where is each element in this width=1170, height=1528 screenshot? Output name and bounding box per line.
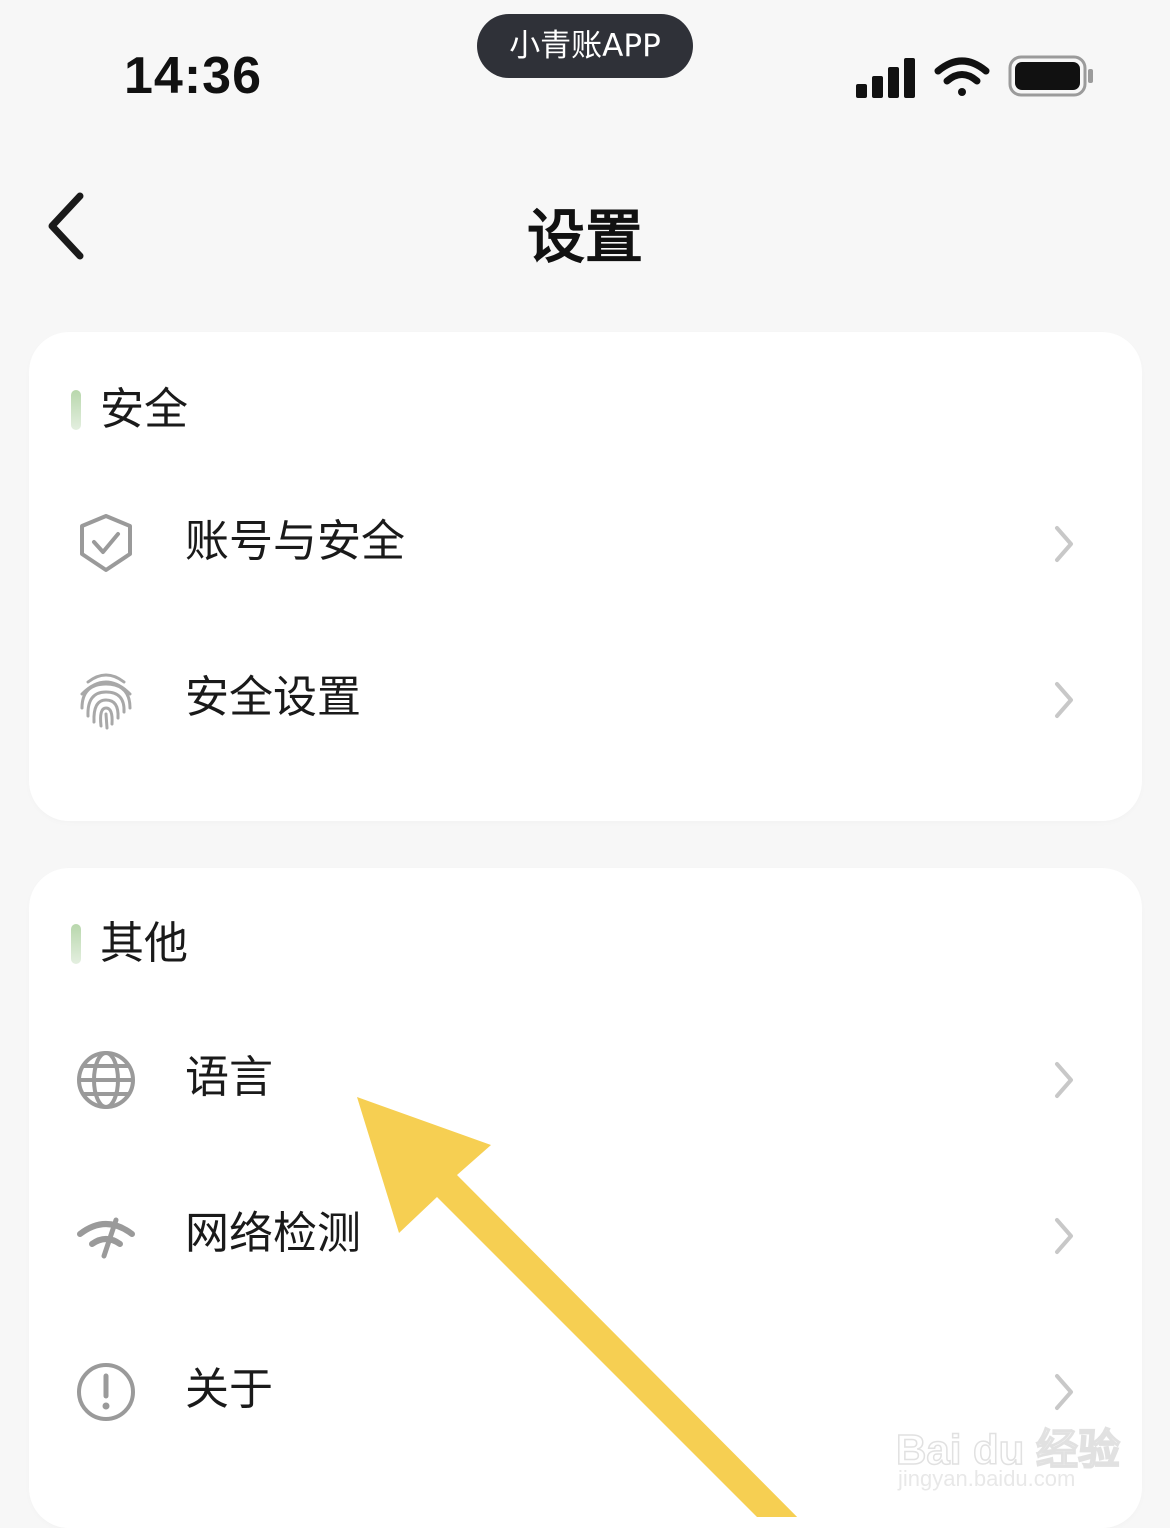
settings-item-network-check[interactable]: 网络检测 [29, 1180, 1142, 1290]
watermark-domain: jingyan.baidu.com [898, 1466, 1076, 1491]
settings-item-account-security[interactable]: 账号与安全 [29, 488, 1142, 598]
settings-item-security-settings[interactable]: 安全设置 [29, 644, 1142, 754]
security-section-card: 安全 账号与安全 安全设置 [29, 332, 1142, 821]
settings-item-label: 网络检测 [185, 1208, 361, 1259]
settings-item-label: 关于 [185, 1364, 273, 1415]
section-accent-bar [71, 390, 81, 430]
section-accent-bar [71, 924, 81, 964]
network-speed-icon [77, 1217, 135, 1259]
section-title: 安全 [100, 384, 188, 435]
settings-item-language[interactable]: 语言 [29, 1024, 1142, 1134]
chevron-right-icon [1055, 682, 1073, 718]
wifi-icon [934, 57, 990, 96]
system-status-icons [856, 55, 1093, 98]
fingerprint-icon [80, 673, 132, 730]
status-time: 14:36 [124, 47, 262, 105]
section-title: 其他 [100, 918, 188, 969]
chevron-right-icon [1055, 1218, 1073, 1254]
settings-item-label: 语言 [185, 1052, 273, 1103]
battery-icon [1008, 55, 1093, 97]
settings-item-label: 安全设置 [185, 672, 361, 723]
page-title: 设置 [526, 203, 643, 271]
navigation-bar: 设置 [0, 160, 1170, 290]
shield-check-icon [80, 514, 132, 572]
baidu-jingyan-watermark: Bai du 经验 jingyan.baidu.com [895, 1388, 1121, 1498]
chevron-right-icon [1055, 1062, 1073, 1098]
settings-item-label: 账号与安全 [185, 516, 405, 567]
info-exclamation-icon [77, 1363, 135, 1421]
globe-icon [77, 1051, 135, 1109]
app-name-pill: 小青账APP [477, 14, 693, 78]
status-bar: 14:36 小青账APP [0, 0, 1170, 140]
chevron-right-icon [1055, 526, 1073, 562]
signal-icon [856, 58, 915, 98]
